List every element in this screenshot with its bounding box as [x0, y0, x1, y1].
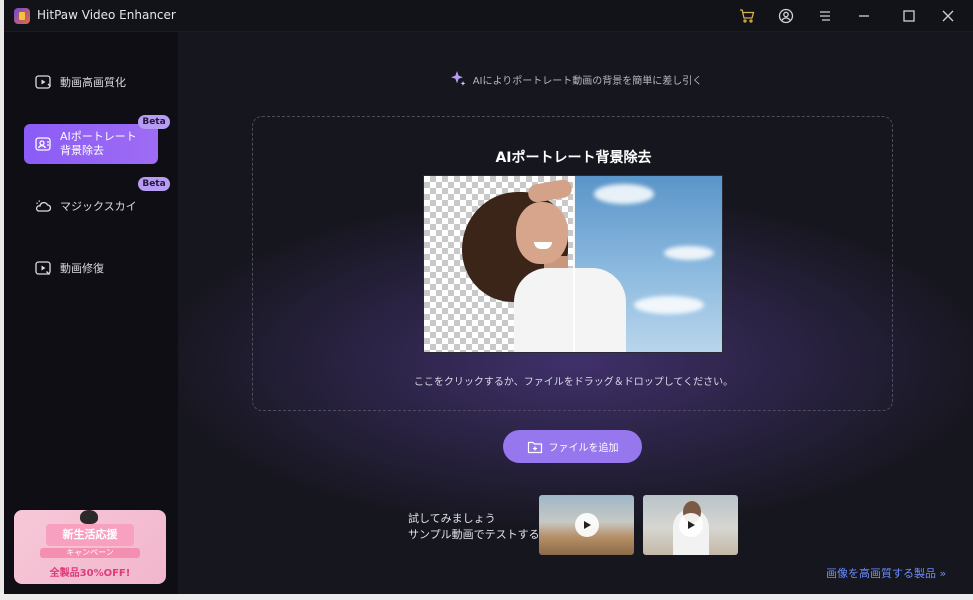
- add-folder-icon: [527, 441, 542, 453]
- app-window: HitPaw Video Enhancer 動画高画質化 AIポートレート背景除…: [4, 0, 973, 594]
- drop-title: AIポートレート背景除去: [495, 150, 652, 166]
- feature-hint: AIによりポートレート動画の背景を簡単に差し引く: [178, 70, 973, 88]
- account-icon[interactable]: [775, 6, 797, 26]
- sidebar-item-label: 動画修復: [60, 262, 104, 275]
- compare-divider: [573, 176, 575, 352]
- play-icon[interactable]: [679, 513, 703, 537]
- hint-text: AIによりポートレート動画の背景を簡単に差し引く: [472, 75, 703, 87]
- close-icon[interactable]: [937, 6, 959, 26]
- portrait-shirt: [514, 268, 626, 352]
- app-logo-icon: [14, 8, 30, 24]
- beta-badge: Beta: [138, 177, 170, 191]
- play-icon[interactable]: [575, 513, 599, 537]
- minimize-icon[interactable]: [853, 6, 875, 26]
- sidebar-item-video-enhance[interactable]: 動画高画質化: [24, 62, 158, 102]
- promo-discount: 全製品30%OFF!: [49, 568, 131, 579]
- drop-zone[interactable]: AIポートレート背景除去 ここをクリックするか、ファイルをドラッグ＆ドロップして…: [252, 116, 893, 411]
- maximize-icon[interactable]: [898, 6, 920, 26]
- sidebar-item-label: マジックスカイ: [60, 200, 137, 213]
- sidebar-item-label: AIポートレート背景除去: [60, 130, 137, 157]
- cart-icon[interactable]: [736, 6, 758, 26]
- sparkle-icon: [450, 71, 466, 86]
- portrait-icon: [34, 135, 52, 153]
- promo-title: 新生活応援: [46, 524, 134, 546]
- promo-banner[interactable]: 新生活応援 キャンペーン 全製品30%OFF!: [14, 510, 166, 584]
- promo-subtitle: キャンペーン: [40, 548, 140, 558]
- add-file-label: ファイルを追加: [548, 443, 619, 454]
- sidebar-item-label: 動画高画質化: [60, 76, 126, 89]
- video-repair-icon: [34, 259, 52, 277]
- sidebar-item-portrait-bg-removal[interactable]: AIポートレート背景除去: [24, 124, 158, 164]
- add-file-button[interactable]: ファイルを追加: [503, 430, 642, 463]
- beta-badge: Beta: [138, 115, 170, 129]
- image-enhance-product-link[interactable]: 画像を高画質する製品 »: [826, 565, 946, 581]
- sample-line-2: サンプル動画でテストする: [408, 528, 540, 541]
- title-bar: HitPaw Video Enhancer: [4, 0, 973, 32]
- sample-prompt: 試してみましょう サンプル動画でテストする: [408, 511, 540, 543]
- sidebar-item-video-repair[interactable]: 動画修復: [24, 248, 158, 288]
- sample-video-thumbnail-1[interactable]: [539, 495, 634, 555]
- cat-illustration-icon: [80, 510, 98, 524]
- main-panel: AIによりポートレート動画の背景を簡単に差し引く AIポートレート背景除去 ここ…: [178, 32, 973, 594]
- menu-icon[interactable]: [814, 6, 836, 26]
- video-enhance-icon: [34, 73, 52, 91]
- portrait-face: [516, 202, 568, 264]
- preview-image: [423, 175, 723, 353]
- sample-video-thumbnail-2[interactable]: [643, 495, 738, 555]
- sidebar-item-magic-sky[interactable]: マジックスカイ: [24, 186, 158, 226]
- drop-instructions: ここをクリックするか、ファイルをドラッグ＆ドロップしてください。: [413, 377, 734, 388]
- sidebar: 動画高画質化 AIポートレート背景除去 Beta マジックスカイ Beta 動画…: [4, 32, 178, 594]
- app-title: HitPaw Video Enhancer: [37, 8, 176, 22]
- sample-line-1: 試してみましょう: [408, 512, 496, 525]
- sky-icon: [34, 197, 52, 215]
